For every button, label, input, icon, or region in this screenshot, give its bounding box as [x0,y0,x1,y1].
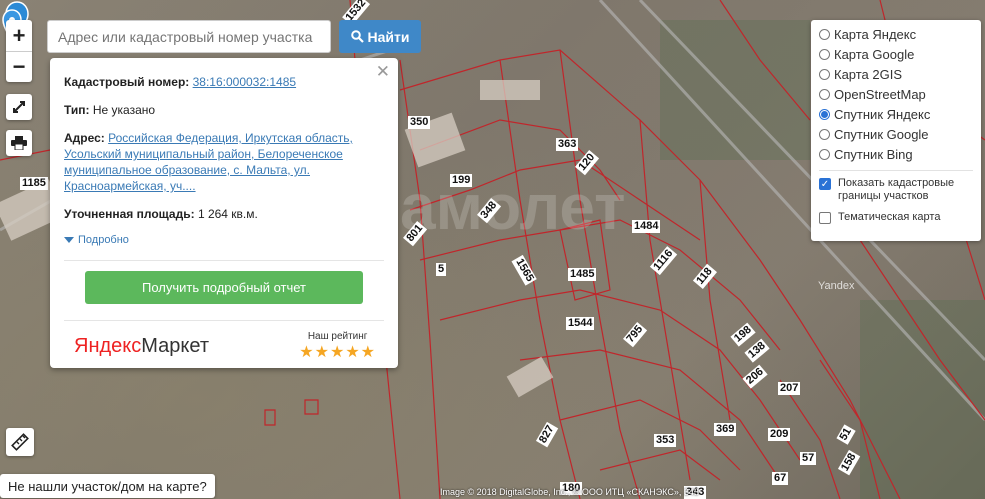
map-type-option[interactable]: OpenStreetMap [819,84,973,104]
expand-icon [13,101,25,113]
search-icon [350,30,364,43]
search-button[interactable]: Найти [339,20,421,53]
map-type-option[interactable]: Спутник Яндекс [819,104,973,124]
map-type-option[interactable]: Карта Яндекс [819,24,973,44]
printer-icon [11,136,27,150]
search-input[interactable] [47,20,331,53]
parcel-label: 1185 [20,177,48,190]
radio-button[interactable] [819,108,830,120]
rating-label: Наш рейтинг [307,331,368,342]
parcel-label: 363 [556,138,579,151]
map-type-label: OpenStreetMap [834,86,926,102]
radio-button[interactable] [819,28,830,40]
parcel-label: 67 [772,472,789,485]
zoom-out-button[interactable]: − [6,52,32,82]
radio-button[interactable] [819,148,830,160]
layer-option-label: Тематическая карта [838,211,941,223]
map-type-label: Карта 2GIS [834,66,903,82]
zoom-in-button[interactable]: + [6,21,32,51]
ruler-icon [11,433,29,451]
fullscreen-button[interactable] [6,94,32,120]
details-toggle[interactable]: Подробно [64,234,384,246]
checkbox[interactable]: ✓ [819,178,831,190]
layer-option-label: Показать кадастровые границы участков [838,177,955,202]
print-button[interactable] [6,130,32,156]
parcel-label: 207 [778,382,801,395]
triangle-down-icon [64,237,74,244]
radio-button[interactable] [819,68,830,80]
map-type-option[interactable]: Спутник Bing [819,144,973,164]
address-label: Адрес: [64,131,105,145]
map-attribution-yandex: Yandex [818,280,855,292]
map-type-label: Спутник Google [834,126,929,142]
type-value: Не указано [92,103,156,117]
type-label: Тип: [64,103,90,117]
area-value: 1 264 кв.м. [197,207,258,221]
parcel-label: 5 [436,263,447,276]
parcel-label: 199 [450,174,473,187]
rating-stars: ★★★★★ [299,344,376,361]
map-type-option[interactable]: Карта 2GIS [819,64,973,84]
search-bar: Найти [47,20,421,53]
zoom-control: + − [6,20,32,82]
map-type-label: Карта Google [834,46,915,62]
radio-button[interactable] [819,128,830,140]
parcel-label: 1484 [632,220,661,233]
area-label: Уточненная площадь: [64,207,195,221]
map-type-label: Спутник Bing [834,146,913,162]
yandex-market-logo: ЯндексМаркет [74,335,209,357]
cadastral-label: Кадастровый номер: [64,75,190,89]
divider [64,260,384,261]
parcel-label: 369 [714,423,737,436]
cadastral-row: Кадастровый номер: 38:16:000032:1485 [64,74,384,90]
parcel-label: 1485 [568,268,597,281]
yandex-market-banner[interactable]: ЯндексМаркет Наш рейтинг ★★★★★ [64,327,384,362]
ruler-button[interactable] [6,428,34,456]
type-row: Тип: Не указано [64,102,384,118]
map-layers-panel: Карта Яндекс Карта Google Карта 2GIS OpenSt… [811,20,981,241]
map-type-label: Карта Яндекс [834,26,917,42]
watermark: амолет [400,171,626,243]
radio-button[interactable] [819,88,830,100]
parcel-info-popup: ✕ Кадастровый номер: 38:16:000032:1485 Т… [50,58,398,368]
map-type-label: Спутник Яндекс [834,106,931,122]
close-icon[interactable]: ✕ [376,62,390,82]
parcel-label: 350 [408,116,431,129]
radio-button[interactable] [819,48,830,60]
parcel-label: 209 [768,428,791,441]
details-label: Подробно [78,234,129,246]
area-row: Уточненная площадь: 1 264 кв.м. [64,206,384,222]
not-found-link[interactable]: Не нашли участок/дом на карте? [0,474,215,498]
map-copyright: Image © 2018 DigitalGlobe, Inc., © ООО И… [440,487,699,497]
search-button-label: Найти [367,28,410,45]
address-link[interactable]: Российская Федерация, Иркутская область,… [64,131,353,193]
divider [64,320,384,321]
map-type-option[interactable]: Карта Google [819,44,973,64]
get-report-button[interactable]: Получить подробный отчет [85,271,363,304]
layer-option[interactable]: Тематическая карта [819,211,973,224]
layer-option[interactable]: ✓ Показать кадастровые границы участков [819,177,973,203]
checkbox[interactable] [819,212,831,224]
parcel-label: 57 [800,452,817,465]
parcel-label: 353 [654,434,677,447]
parcel-label: 1544 [566,317,595,330]
cadastral-number-link[interactable]: 38:16:000032:1485 [193,75,296,89]
address-row: Адрес: Российская Федерация, Иркутская о… [64,130,384,194]
rating-block: Наш рейтинг ★★★★★ [299,331,376,362]
map-type-option[interactable]: Спутник Google [819,124,973,144]
